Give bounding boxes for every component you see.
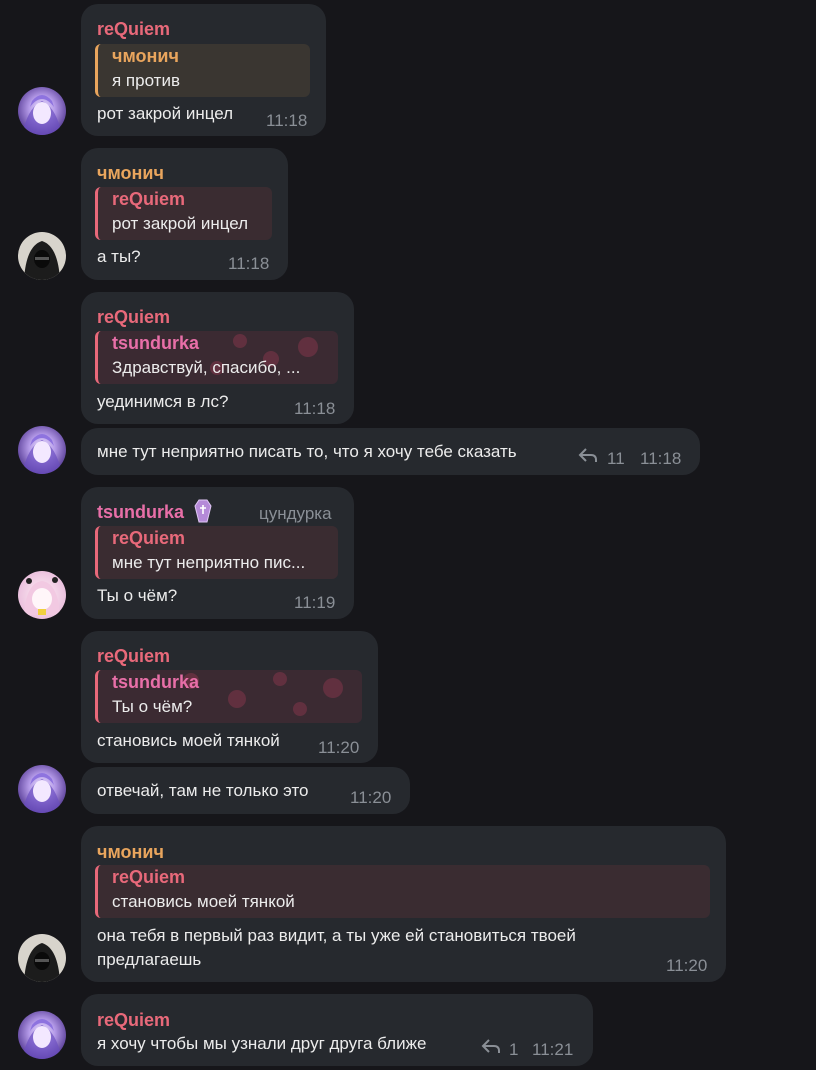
message-text-line: предлагаешь <box>97 950 202 969</box>
avatar-image <box>18 232 66 280</box>
message-text: мне тут неприятно писать то, что я хочу … <box>97 442 517 461</box>
avatar-image <box>18 426 66 474</box>
avatar-tsundurka[interactable] <box>18 571 66 619</box>
replies-icon[interactable] <box>577 446 599 464</box>
message-bubble[interactable]: reQuiem tsundurka Здравствуй, спасибо, .… <box>81 292 354 424</box>
reply-quote[interactable]: reQuiem становись моей тянкой <box>95 865 710 918</box>
pattern-decoration <box>323 678 343 698</box>
message-time: 11:20 <box>666 956 708 975</box>
message-time: 11:18 <box>294 399 336 418</box>
reply-sender-name: reQuiem <box>112 189 186 209</box>
message-text: отвечай, там не только это <box>97 781 309 800</box>
replies-icon[interactable] <box>480 1037 502 1055</box>
message-time: 11:19 <box>294 593 336 612</box>
pattern-decoration <box>233 334 247 348</box>
reply-quote[interactable]: чмонич я против <box>95 44 310 97</box>
reply-quote[interactable]: tsundurka Ты о чём? <box>95 670 362 723</box>
reply-text: Здравствуй, спасибо, ... <box>112 358 301 377</box>
avatar-chmonich[interactable] <box>18 934 66 982</box>
pattern-decoration <box>228 690 246 708</box>
sender-name[interactable]: reQuiem <box>97 1009 170 1031</box>
sender-name[interactable]: reQuiem <box>97 18 170 40</box>
avatar-image <box>18 571 66 619</box>
sender-name[interactable]: tsundurka <box>97 501 184 523</box>
message-time: 11:18 <box>228 254 270 273</box>
message-time: 11:18 <box>640 449 682 468</box>
avatar-image <box>18 934 66 982</box>
reply-sender-name: tsundurka <box>112 672 200 692</box>
reply-sender-name: tsundurka <box>112 333 200 353</box>
reply-count[interactable]: 11 <box>607 449 625 469</box>
message-bubble[interactable]: reQuiem я хочу чтобы мы узнали друг друг… <box>81 994 593 1066</box>
message-bubble[interactable]: мне тут неприятно писать то, что я хочу … <box>81 428 700 475</box>
reply-sender-name: reQuiem <box>112 528 186 548</box>
pattern-decoration <box>293 702 307 716</box>
avatar-requiem[interactable] <box>18 87 66 135</box>
reply-sender-name: чмонич <box>112 46 179 66</box>
message-bubble[interactable]: чмонич reQuiem рот закрой инцел а ты? 11… <box>81 148 288 280</box>
avatar-requiem[interactable] <box>18 1011 66 1059</box>
reply-text: я против <box>112 71 180 90</box>
message-text: я хочу чтобы мы узнали друг друга ближе <box>97 1034 427 1053</box>
sender-name[interactable]: reQuiem <box>97 645 170 667</box>
message-bubble[interactable]: reQuiem tsundurka Ты о чём? становись мо… <box>81 631 378 763</box>
avatar-requiem[interactable] <box>18 765 66 813</box>
pattern-decoration <box>298 337 318 357</box>
reply-text: становись моей тянкой <box>112 892 295 911</box>
reply-sender-name: reQuiem <box>112 867 186 887</box>
message-bubble[interactable]: reQuiem чмонич я против рот закрой инцел… <box>81 4 326 136</box>
message-bubble[interactable]: отвечай, там не только это 11:20 <box>81 767 410 814</box>
reply-quote[interactable]: reQuiem рот закрой инцел <box>95 187 272 240</box>
avatar-image <box>18 1011 66 1059</box>
message-time: 11:18 <box>266 111 308 130</box>
sender-name[interactable]: чмонич <box>97 841 164 863</box>
user-tag: цундурка <box>259 504 332 523</box>
avatar-image <box>18 87 66 135</box>
avatar-requiem[interactable] <box>18 426 66 474</box>
message-time: 11:20 <box>318 738 360 757</box>
coffin-badge-icon <box>194 499 212 523</box>
reply-text: рот закрой инцел <box>112 214 249 233</box>
sender-name[interactable]: чмонич <box>97 162 164 184</box>
reply-quote[interactable]: reQuiem мне тут неприятно пис... <box>95 526 338 579</box>
sender-name[interactable]: reQuiem <box>97 306 170 328</box>
message-text: становись моей тянкой <box>97 731 280 750</box>
message-time: 11:21 <box>532 1040 574 1059</box>
message-text-line: она тебя в первый раз видит, а ты уже ей… <box>97 926 576 945</box>
pattern-decoration <box>273 672 287 686</box>
reply-text: Ты о чём? <box>112 697 193 716</box>
reply-count[interactable]: 1 <box>509 1040 518 1060</box>
message-bubble[interactable]: tsundurka цундурка reQuiem мне тут непри… <box>81 487 354 619</box>
message-text: Ты о чём? <box>97 586 178 605</box>
message-text: уединимся в лс? <box>97 392 229 411</box>
message-bubble[interactable]: чмонич reQuiem становись моей тянкой она… <box>81 826 726 982</box>
avatar-image <box>18 765 66 813</box>
reply-text: мне тут неприятно пис... <box>112 553 306 572</box>
message-text: а ты? <box>97 247 141 266</box>
message-text: рот закрой инцел <box>97 104 234 123</box>
reply-quote[interactable]: tsundurka Здравствуй, спасибо, ... <box>95 331 338 384</box>
message-time: 11:20 <box>350 788 392 807</box>
avatar-chmonich[interactable] <box>18 232 66 280</box>
